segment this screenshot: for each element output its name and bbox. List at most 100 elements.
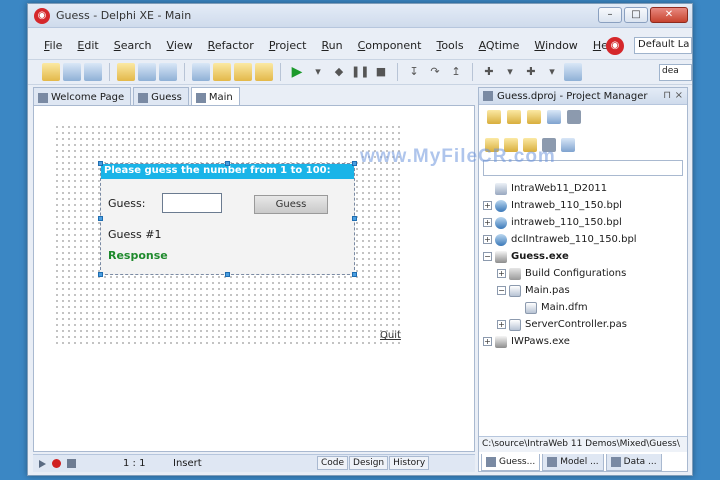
pin-icon[interactable]: ⊓ bbox=[663, 90, 671, 101]
run-icon[interactable]: ▶ bbox=[288, 63, 306, 81]
cursor-position: 1 : 1 bbox=[123, 458, 146, 469]
view-unit-icon[interactable] bbox=[255, 63, 273, 81]
new-icon[interactable] bbox=[42, 63, 60, 81]
expand-toggle-icon[interactable]: + bbox=[483, 235, 492, 244]
project-manager-title-bar[interactable]: Guess.dproj - Project Manager ⊓ × bbox=[479, 88, 687, 105]
new-item-icon[interactable] bbox=[507, 110, 521, 124]
maximize-button[interactable]: □ bbox=[624, 7, 648, 23]
tree-item[interactable]: + Build Configurations bbox=[483, 265, 687, 282]
resize-handle-bottom-left[interactable] bbox=[98, 272, 103, 277]
menu-edit[interactable]: Edit bbox=[77, 39, 98, 52]
forward-icon[interactable]: ✚ bbox=[522, 63, 540, 81]
project-tree: IntraWeb11_D2011 + Intraweb_110_150.bpl … bbox=[483, 180, 687, 350]
help-icon[interactable]: ◉ bbox=[606, 37, 624, 55]
tab-data-explorer[interactable]: Data ... bbox=[605, 454, 662, 471]
menu-run[interactable]: Run bbox=[321, 39, 342, 52]
resize-handle-top[interactable] bbox=[225, 161, 230, 166]
stop-icon[interactable]: ■ bbox=[372, 63, 390, 81]
minimize-button[interactable]: – bbox=[598, 7, 622, 23]
tab-welcome-page[interactable]: Welcome Page bbox=[33, 87, 132, 105]
trace-into-icon[interactable]: ↧ bbox=[405, 63, 423, 81]
print-icon[interactable] bbox=[192, 63, 210, 81]
tab-history[interactable]: History bbox=[389, 456, 430, 470]
guess-form[interactable]: Please guess the number from 1 to 100: G… bbox=[100, 163, 355, 275]
guess-button[interactable]: Guess bbox=[254, 195, 328, 214]
expand-toggle-icon[interactable]: + bbox=[497, 320, 506, 329]
tab-guess[interactable]: Guess bbox=[133, 87, 189, 105]
tab-main[interactable]: Main bbox=[190, 87, 240, 105]
collapse-toggle-icon[interactable]: − bbox=[497, 286, 506, 295]
back-icon[interactable]: ✚ bbox=[480, 63, 498, 81]
tab-design[interactable]: Design bbox=[349, 456, 389, 470]
tree-item[interactable]: + IWPaws.exe bbox=[483, 333, 687, 350]
menu-tools[interactable]: Tools bbox=[436, 39, 463, 52]
remove-icon[interactable] bbox=[527, 110, 541, 124]
open-icon[interactable] bbox=[63, 63, 81, 81]
resize-handle-top-right[interactable] bbox=[352, 161, 357, 166]
expand-toggle-icon[interactable]: + bbox=[483, 218, 492, 227]
tab-label: Data ... bbox=[623, 457, 657, 467]
tab-model-view[interactable]: Model ... bbox=[542, 454, 604, 471]
save-all-icon[interactable] bbox=[84, 63, 102, 81]
tree-item[interactable]: + dclIntraweb_110_150.bpl bbox=[483, 231, 687, 248]
expand-toggle-icon[interactable]: + bbox=[483, 337, 492, 346]
resize-handle-bottom[interactable] bbox=[225, 272, 230, 277]
open-project-icon[interactable] bbox=[117, 63, 135, 81]
back-dropdown-icon[interactable]: ▾ bbox=[501, 63, 519, 81]
remove-file-icon[interactable] bbox=[234, 63, 252, 81]
collapse-toggle-icon[interactable]: − bbox=[483, 252, 492, 261]
tab-code[interactable]: Code bbox=[317, 456, 349, 470]
tree-item[interactable]: + ServerController.pas bbox=[483, 316, 687, 333]
menu-file[interactable]: File bbox=[44, 39, 62, 52]
title-bar[interactable]: ◉ Guess - Delphi XE - Main – □ ✕ bbox=[28, 4, 692, 28]
view-dropdown-icon[interactable] bbox=[567, 110, 581, 124]
tab-label: Guess bbox=[151, 92, 182, 103]
forward-dropdown-icon[interactable]: ▾ bbox=[543, 63, 561, 81]
tree-item[interactable]: − Guess.exe bbox=[483, 248, 687, 265]
tree-item[interactable]: IntraWeb11_D2011 bbox=[483, 180, 687, 197]
options-icon[interactable] bbox=[561, 138, 575, 152]
tree-item[interactable]: Main.dfm bbox=[483, 299, 687, 316]
menu-bar: File Edit Search View Refactor Project R… bbox=[28, 34, 692, 56]
expand-toggle-icon[interactable]: + bbox=[497, 269, 506, 278]
menu-project[interactable]: Project bbox=[269, 39, 307, 52]
toolbar-combo[interactable]: dea bbox=[659, 64, 692, 81]
quit-link[interactable]: Quit bbox=[380, 330, 401, 341]
resize-handle-top-left[interactable] bbox=[98, 161, 103, 166]
expand-toggle-icon[interactable]: + bbox=[483, 201, 492, 210]
menu-component[interactable]: Component bbox=[358, 39, 422, 52]
menu-refactor[interactable]: Refactor bbox=[208, 39, 254, 52]
step-over-icon[interactable]: ↷ bbox=[426, 63, 444, 81]
insert-mode: Insert bbox=[173, 458, 202, 469]
save-icon[interactable] bbox=[159, 63, 177, 81]
reopen-icon[interactable] bbox=[138, 63, 156, 81]
record-macro-icon[interactable] bbox=[52, 459, 61, 468]
menu-view[interactable]: View bbox=[167, 39, 193, 52]
component-palette-icon[interactable] bbox=[564, 63, 582, 81]
activate-icon[interactable] bbox=[487, 110, 501, 124]
play-macro-icon[interactable] bbox=[39, 459, 46, 468]
step-out-icon[interactable]: ↥ bbox=[447, 63, 465, 81]
menu-window[interactable]: Window bbox=[534, 39, 577, 52]
tree-item[interactable]: + intraweb_110_150.bpl bbox=[483, 214, 687, 231]
pause-icon[interactable]: ❚❚ bbox=[351, 63, 369, 81]
resize-handle-right[interactable] bbox=[352, 216, 357, 221]
executable-icon bbox=[495, 250, 507, 263]
run-dropdown-icon[interactable]: ▾ bbox=[309, 63, 327, 81]
tree-item[interactable]: − Main.pas bbox=[483, 282, 687, 299]
menu-aqtime[interactable]: AQtime bbox=[479, 39, 520, 52]
menu-search[interactable]: Search bbox=[114, 39, 152, 52]
guess-input[interactable] bbox=[162, 193, 222, 213]
view-icon[interactable] bbox=[547, 110, 561, 124]
close-panel-icon[interactable]: × bbox=[675, 90, 683, 101]
resize-handle-bottom-right[interactable] bbox=[352, 272, 357, 277]
window-controls: – □ ✕ bbox=[598, 7, 688, 23]
tree-item[interactable]: + Intraweb_110_150.bpl bbox=[483, 197, 687, 214]
desktop-layout-select[interactable]: Default La bbox=[634, 37, 692, 54]
stop-macro-icon[interactable] bbox=[67, 459, 76, 468]
tab-project-manager[interactable]: Guess... bbox=[481, 454, 541, 471]
run-without-debug-icon[interactable]: ◆ bbox=[330, 63, 348, 81]
close-button[interactable]: ✕ bbox=[650, 7, 688, 23]
add-file-icon[interactable] bbox=[213, 63, 231, 81]
resize-handle-left[interactable] bbox=[98, 216, 103, 221]
